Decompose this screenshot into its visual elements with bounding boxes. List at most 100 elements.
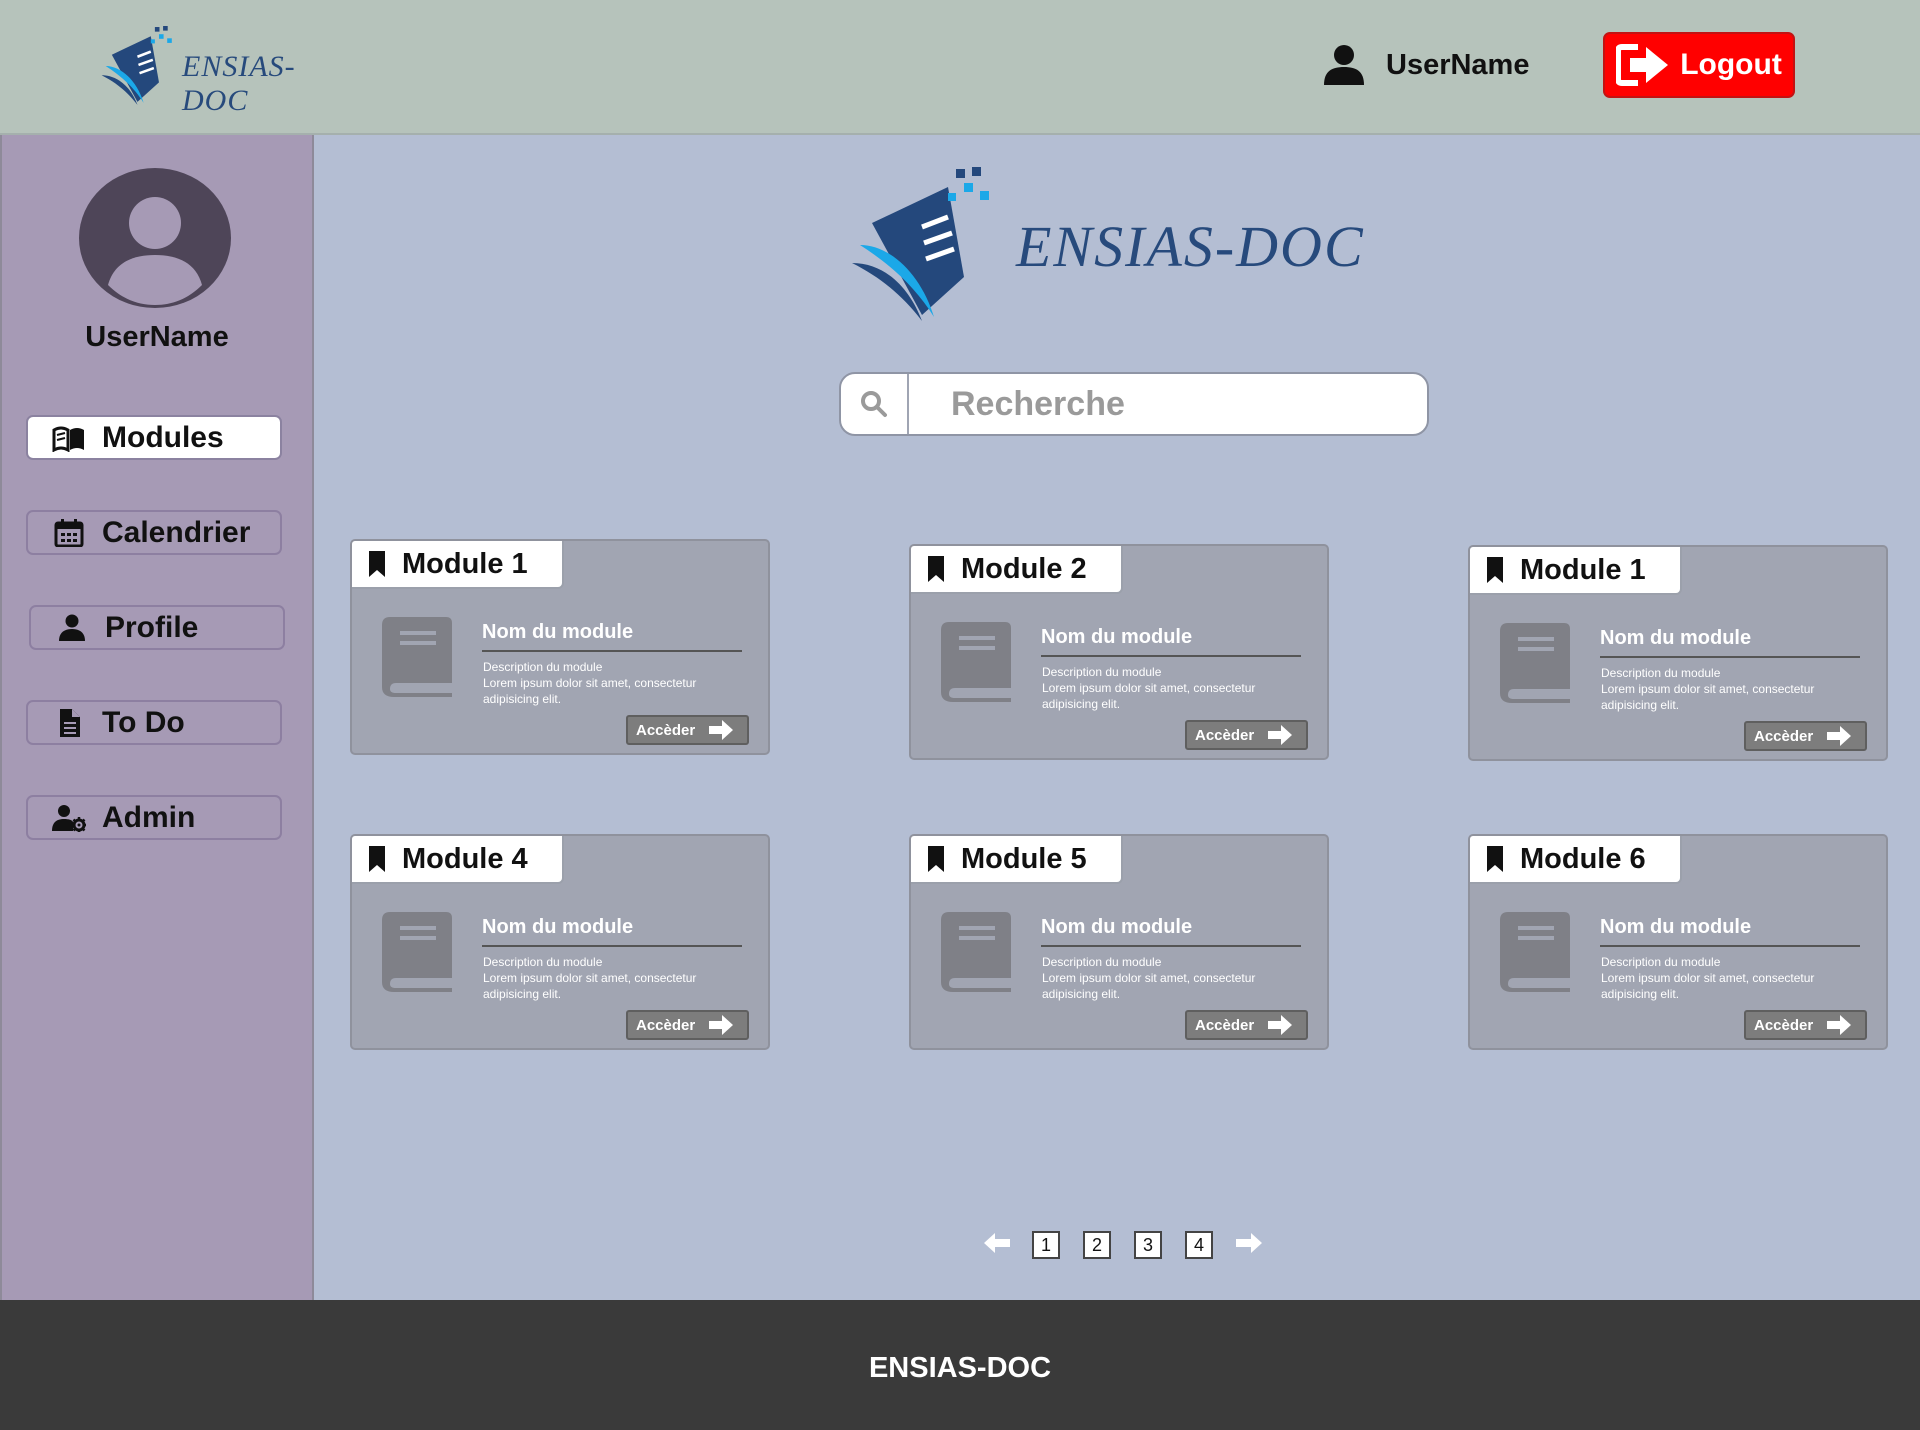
module-card-tab: Module 1: [1470, 547, 1682, 595]
module-card-title: Module 4: [402, 842, 528, 875]
module-description-title: Description du module: [483, 660, 603, 674]
sidebar-item-admin[interactable]: Admin: [26, 795, 282, 840]
bookmark-icon: [369, 551, 385, 577]
arrow-right-icon: [709, 1015, 734, 1035]
arrow-right-icon: [1268, 725, 1293, 745]
module-name: Nom du module: [1041, 626, 1301, 657]
access-button[interactable]: Accèder: [626, 715, 749, 745]
module-description: Description du module Lorem ipsum dolor …: [1601, 954, 1861, 1002]
sidebar-item-label: To Do: [102, 705, 185, 739]
main-content: ENSIAS-DOC Module 1 Nom du module Descri…: [314, 135, 1920, 1300]
module-card-title: Module 5: [961, 842, 1087, 875]
module-description: Description du module Lorem ipsum dolor …: [483, 954, 743, 1002]
module-description-text: Lorem ipsum dolor sit amet, consectetur …: [1601, 682, 1815, 712]
book-icon: [941, 912, 1011, 992]
access-button[interactable]: Accèder: [1744, 1010, 1867, 1040]
module-card-tab: Module 2: [911, 546, 1123, 594]
module-name: Nom du module: [1600, 627, 1860, 658]
access-button-label: Accèder: [1195, 1016, 1255, 1034]
module-description: Description du module Lorem ipsum dolor …: [1042, 954, 1302, 1002]
footer-text: ENSIAS-DOC: [868, 1351, 1052, 1384]
app-header: ENSIAS-DOC UserName Logout: [0, 0, 1920, 135]
arrow-right-icon: [1268, 1015, 1293, 1035]
book-icon: [941, 622, 1011, 702]
user-icon: [59, 614, 85, 641]
module-description: Description du module Lorem ipsum dolor …: [1601, 665, 1861, 713]
open-book-icon: [52, 426, 84, 452]
book-icon: [1500, 912, 1570, 992]
search-button[interactable]: [841, 374, 909, 434]
module-card-tab: Module 1: [352, 541, 564, 589]
bookmark-icon: [1487, 557, 1503, 583]
module-card-tab: Module 6: [1470, 836, 1682, 884]
access-button[interactable]: Accèder: [626, 1010, 749, 1040]
book-icon: [1500, 623, 1570, 703]
bookmark-icon: [1487, 846, 1503, 872]
module-card-tab: Module 5: [911, 836, 1123, 884]
sidebar-item-modules[interactable]: Modules: [26, 415, 282, 460]
page-1-button[interactable]: 1: [1032, 1231, 1060, 1259]
logout-label: Logout: [1680, 48, 1782, 81]
arrow-right-icon: [709, 720, 734, 740]
module-name: Nom du module: [482, 916, 742, 947]
sidebar-item-label: Admin: [102, 800, 196, 834]
module-name: Nom du module: [1600, 916, 1860, 947]
file-icon: [60, 708, 80, 737]
next-page-icon[interactable]: [1234, 1231, 1264, 1255]
main-brand-text: ENSIAS-DOC: [1016, 214, 1365, 279]
module-description-title: Description du module: [483, 955, 603, 969]
avatar-icon: [79, 168, 231, 308]
header-brand-text: ENSIAS-DOC: [182, 50, 296, 117]
page-4-button[interactable]: 4: [1185, 1231, 1213, 1259]
module-card-tab: Module 4: [352, 836, 564, 884]
access-button-label: Accèder: [636, 1016, 696, 1034]
bookmark-icon: [369, 846, 385, 872]
access-button-label: Accèder: [1754, 727, 1814, 745]
header-user[interactable]: UserName: [1322, 40, 1529, 90]
page-3-button[interactable]: 3: [1134, 1231, 1162, 1259]
sidebar-item-profile[interactable]: Profile: [29, 605, 285, 650]
sidebar-item-todo[interactable]: To Do: [26, 700, 282, 745]
module-description: Description du module Lorem ipsum dolor …: [1042, 664, 1302, 712]
module-description-title: Description du module: [1042, 665, 1162, 679]
module-card-title: Module 6: [1520, 842, 1646, 875]
bookmark-icon: [928, 846, 944, 872]
user-cog-icon: [52, 804, 86, 832]
access-button-label: Accèder: [636, 721, 696, 739]
module-card: Module 2 Nom du module Description du mo…: [909, 544, 1329, 760]
access-button-label: Accèder: [1195, 726, 1255, 744]
module-card: Module 5 Nom du module Description du mo…: [909, 834, 1329, 1050]
module-card-title: Module 1: [402, 547, 528, 580]
logout-button[interactable]: Logout: [1603, 32, 1795, 98]
module-description-text: Lorem ipsum dolor sit amet, consectetur …: [1042, 971, 1256, 1001]
pagination: 1 2 3 4: [314, 1226, 1920, 1262]
module-description-text: Lorem ipsum dolor sit amet, consectetur …: [1042, 681, 1256, 711]
module-card: Module 4 Nom du module Description du mo…: [350, 834, 770, 1050]
access-button-label: Accèder: [1754, 1016, 1814, 1034]
search-bar: [839, 372, 1429, 436]
calendar-icon: [54, 518, 84, 547]
sign-out-icon: [1616, 44, 1669, 86]
sidebar-item-calendrier[interactable]: Calendrier: [26, 510, 282, 555]
access-button[interactable]: Accèder: [1185, 720, 1308, 750]
bookmark-icon: [928, 556, 944, 582]
prev-page-icon[interactable]: [982, 1231, 1012, 1255]
sidebar-item-label: Calendrier: [102, 515, 251, 549]
module-description-text: Lorem ipsum dolor sit amet, consectetur …: [1601, 971, 1815, 1001]
module-name: Nom du module: [482, 621, 742, 652]
header-brand-logo[interactable]: ENSIAS-DOC: [100, 26, 360, 117]
access-button[interactable]: Accèder: [1185, 1010, 1308, 1040]
module-card-title: Module 1: [1520, 553, 1646, 586]
main-brand-logo: ENSIAS-DOC: [852, 167, 1372, 327]
book-icon: [382, 617, 452, 697]
ensias-doc-logo-icon: [852, 167, 989, 321]
arrow-right-icon: [1827, 1015, 1852, 1035]
module-name: Nom du module: [1041, 916, 1301, 947]
search-input[interactable]: [951, 384, 1411, 424]
access-button[interactable]: Accèder: [1744, 721, 1867, 751]
module-card: Module 1 Nom du module Description du mo…: [1468, 545, 1888, 761]
header-username: UserName: [1386, 48, 1530, 81]
footer: ENSIAS-DOC: [0, 1300, 1920, 1430]
page-2-button[interactable]: 2: [1083, 1231, 1111, 1259]
module-description-title: Description du module: [1601, 955, 1721, 969]
